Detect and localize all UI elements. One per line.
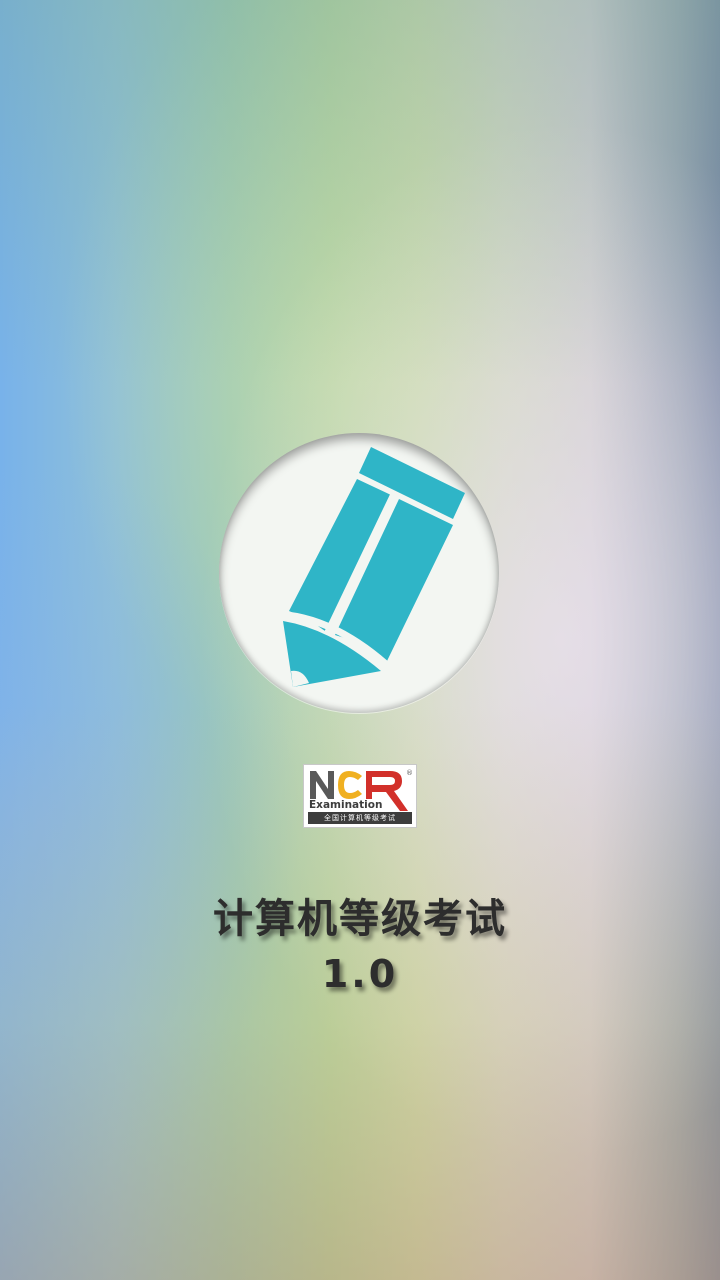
logo-word: Examination <box>309 799 382 811</box>
ncre-logo: ® Examination 全国计算机等级考试 <box>304 765 416 827</box>
logo-tagline: 全国计算机等级考试 <box>308 812 412 824</box>
app-title: 计算机等级考试 <box>213 895 507 942</box>
registered-mark: ® <box>406 769 413 777</box>
app-version: 1.0 <box>321 952 399 996</box>
app-icon <box>219 433 499 713</box>
pencil-icon <box>283 447 465 687</box>
